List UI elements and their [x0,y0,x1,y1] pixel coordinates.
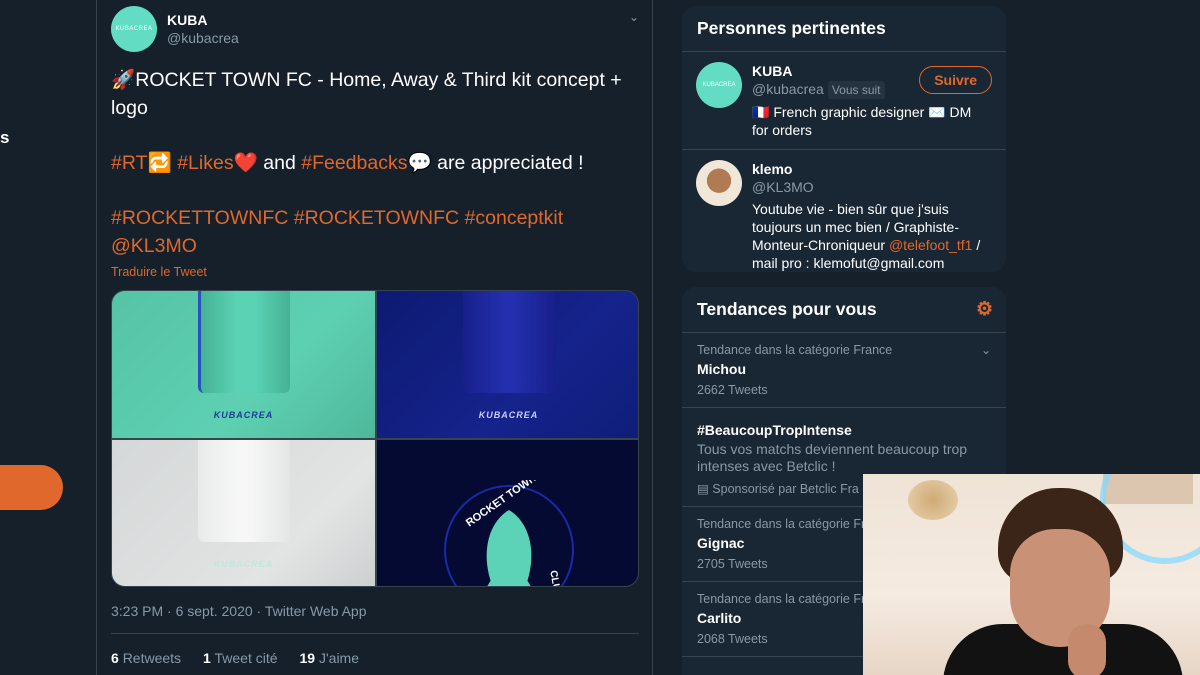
hashtag-rt[interactable]: #RT [111,152,148,174]
stat-count: 19 [299,650,316,666]
webcam-background-plant [908,480,958,520]
stat-count: 6 [111,650,119,666]
stat-label: Retweets [122,650,182,666]
avatar-text: KUBACREA [115,26,153,32]
gear-icon[interactable]: ⚙ [976,298,993,321]
quotes-stat[interactable]: 1 Tweet cité [203,650,277,666]
webcam-person-hand [1068,624,1106,675]
trend-description: Tous vos matchs deviennent beaucoup trop… [697,441,968,474]
relevant-people-card: Personnes pertinentes KUBACREA KUBA @kub… [682,6,1006,272]
avatar[interactable]: KUBACREA [111,6,157,52]
crest-side-text: CLUB [547,570,563,587]
tweet-title: ROCKET TOWN FC - Home, Away & Third kit … [111,69,622,119]
person-item[interactable]: klemo @KL3MO Youtube vie - bien sûr que … [682,150,1006,272]
tweet-timestamp[interactable]: 3:23 PM · 6 sept. 2020 · Twitter Web App [111,603,639,634]
speech-emoji: 💬 [407,152,432,174]
chevron-down-icon[interactable]: ⌄ [629,10,639,24]
avatar[interactable]: KUBACREA [696,62,742,108]
tweet-media-grid: KUBACREA KUBACREA KUBACREA ROCKET TOWN C… [111,290,639,587]
stat-count: 1 [203,650,211,666]
person-handle[interactable]: @KL3MO [752,178,991,196]
media-away-kit[interactable]: KUBACREA [377,291,638,438]
tweet-header: KUBACREA KUBA @kubacrea ⌄ [111,6,639,52]
retweets-stat[interactable]: 6 Retweets [111,650,181,666]
media-third-kit[interactable]: KUBACREA [112,440,375,586]
hashtag-feedbacks[interactable]: #Feedbacks [301,152,407,174]
retweet-emoji: 🔁 [147,152,172,174]
trend-name: #BeaucoupTropIntense [697,422,852,438]
media-club-logo[interactable]: ROCKET TOWN CLUB [377,440,638,587]
trend-name: Michou [697,361,746,377]
likes-stat[interactable]: 19 J'aime [300,650,360,666]
tweet-compose-button[interactable] [0,465,63,510]
sidebar-fragment-label[interactable]: s [0,128,9,148]
hashtag-list[interactable]: #ROCKETTOWNFC #ROCKETOWNFC #conceptkit [111,207,563,229]
media-home-kit[interactable]: KUBACREA [112,291,375,438]
person-item[interactable]: KUBACREA KUBA @kubacrea Vous suit 🇫🇷 Fren… [682,52,1006,150]
webcam-overlay [863,474,1200,675]
author-block: KUBA @kubacrea [167,6,239,46]
trends-title: Tendances pour vous ⚙ [682,287,1006,333]
chevron-down-icon[interactable]: ⌄ [981,343,991,357]
trend-count: 2662 Tweets [697,383,768,397]
author-name[interactable]: KUBA [167,12,239,28]
jersey-image [462,291,555,393]
tweet-stats: 6 Retweets 1 Tweet cité 19 J'aime [111,650,639,666]
jersey-image [197,440,290,542]
person-bio: 🇫🇷 French graphic designer ✉️ DM for ord… [752,104,972,138]
appreciated-text: are appreciated ! [431,152,584,174]
avatar[interactable] [696,160,742,206]
mention-kl3mo[interactable]: @KL3MO [111,235,197,257]
follows-you-badge: Vous suit [827,81,885,99]
jersey-image [197,291,290,393]
tweet-cta-line: #RT🔁 #Likes❤️ and #Feedbacks💬 are apprec… [111,149,639,177]
sponsor-text: Sponsorisé par Betclic Fra [712,482,859,496]
main-column: KUBACREA KUBA @kubacrea ⌄ 🚀ROCKET TOWN F… [96,0,653,675]
tweet-text: 🚀ROCKET TOWN FC - Home, Away & Third kit… [111,66,639,260]
hashtag-likes[interactable]: #Likes [177,152,233,174]
bio-mention-link[interactable]: @telefoot_tf1 [889,237,973,253]
relevant-people-title: Personnes pertinentes [682,6,1006,52]
heart-emoji: ❤️ [233,152,258,174]
stat-label: J'aime [318,650,360,666]
person-body: klemo @KL3MO Youtube vie - bien sûr que … [752,160,991,272]
trends-title-text: Tendances pour vous [697,299,877,319]
follow-button[interactable]: Suivre [919,66,992,94]
tweet-hashtag-line: #ROCKETTOWNFC #ROCKETOWNFC #conceptkit @… [111,204,639,260]
tweet-title-line: 🚀ROCKET TOWN FC - Home, Away & Third kit… [111,66,639,122]
rocket-emoji: 🚀 [111,69,136,91]
avatar-text: KUBACREA [702,82,736,88]
promoted-icon: ▤ [697,482,709,496]
person-handle[interactable]: @kubacrea [752,81,824,97]
person-name[interactable]: klemo [752,160,991,178]
trend-item[interactable]: Tendance dans la catégorie France ⌄ Mich… [682,333,1006,408]
media-brand-label: KUBACREA [213,559,274,569]
person-bio: Youtube vie - bien sûr que j'suis toujou… [752,200,991,272]
media-brand-label: KUBACREA [213,410,274,420]
tweet-detail: KUBACREA KUBA @kubacrea ⌄ 🚀ROCKET TOWN F… [111,6,639,666]
trend-category: Tendance dans la catégorie France [697,343,893,357]
media-brand-label: KUBACREA [478,410,539,420]
author-handle[interactable]: @kubacrea [167,30,239,46]
stat-label: Tweet cité [214,650,278,666]
club-crest-icon: ROCKET TOWN CLUB [444,480,574,587]
translate-link[interactable]: Traduire le Tweet [111,265,639,279]
and-text: and [257,152,302,174]
